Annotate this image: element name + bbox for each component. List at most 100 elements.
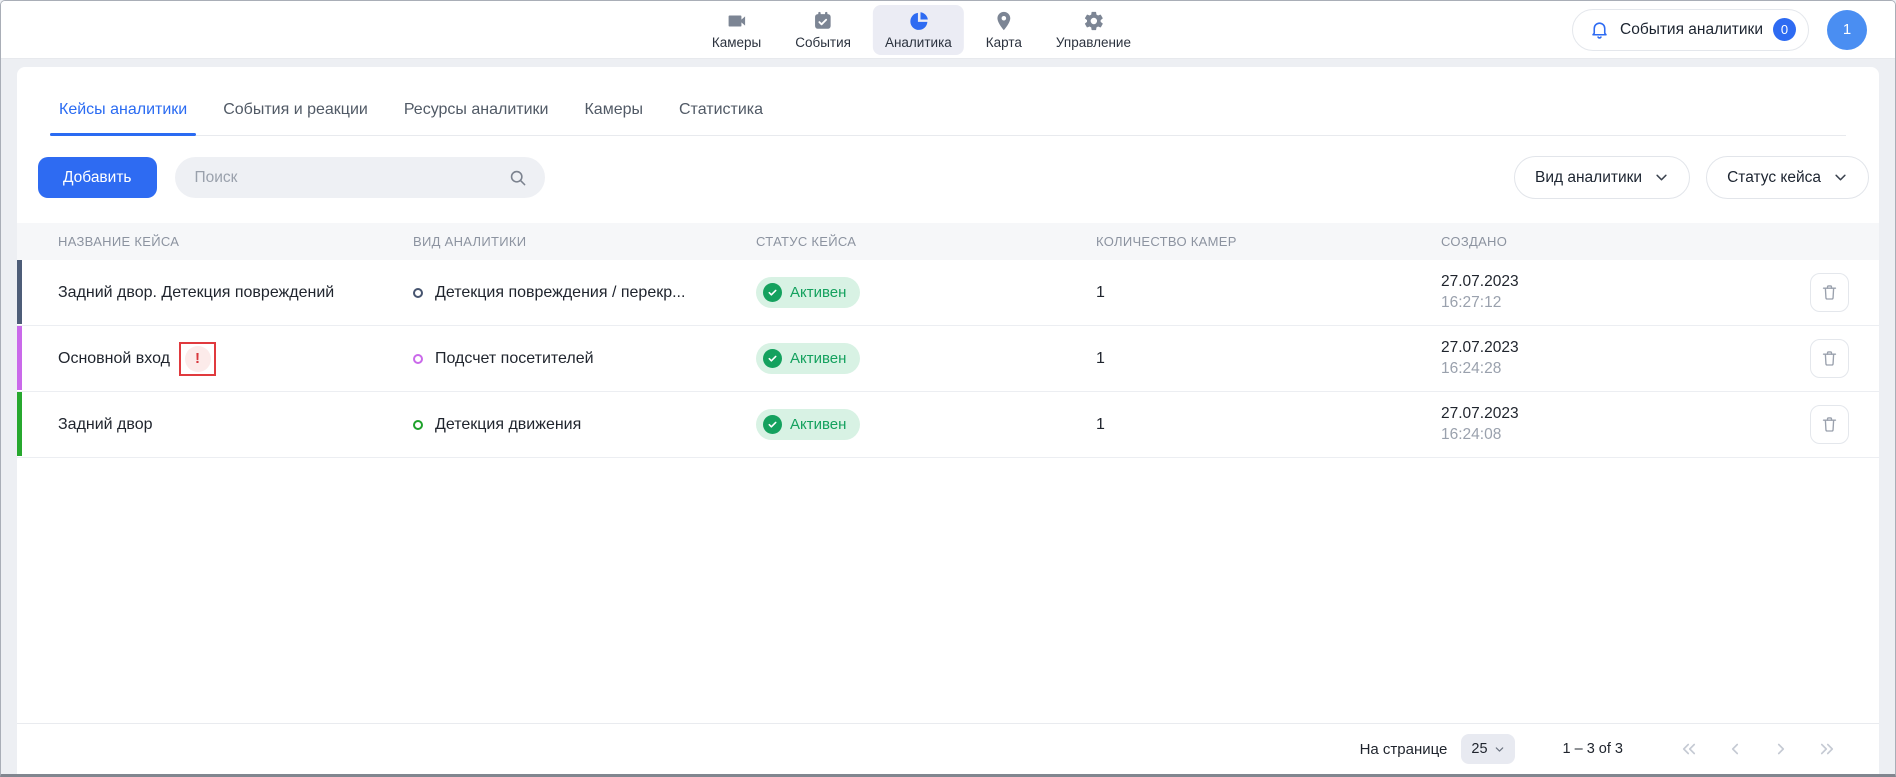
camera-count-cell: 1 [1055, 416, 1400, 434]
map-pin-icon [993, 10, 1015, 32]
case-status-filter[interactable]: Статус кейса [1706, 156, 1869, 199]
page-range-text: 1 – 3 of 3 [1563, 741, 1623, 757]
status-badge: Активен [756, 409, 860, 440]
chevron-down-icon [1494, 744, 1505, 755]
nav-item-map[interactable]: Карта [974, 5, 1034, 55]
nav-label: События [795, 35, 851, 50]
analytics-type-cell: Детекция повреждения / перекр... [372, 284, 715, 302]
row-actions-cell [1769, 405, 1879, 444]
check-circle-icon [763, 415, 782, 434]
cases-table: НАЗВАНИЕ КЕЙСА ВИД АНАЛИТИКИ СТАТУС КЕЙС… [17, 223, 1879, 458]
camera-count-cell: 1 [1055, 284, 1400, 302]
row-actions-cell [1769, 339, 1879, 378]
analytics-type-filter[interactable]: Вид аналитики [1514, 156, 1690, 199]
video-camera-icon [726, 10, 748, 32]
row-accent-bar [17, 392, 22, 456]
tab-analytics-cases[interactable]: Кейсы аналитики [50, 89, 196, 135]
delete-case-button[interactable] [1810, 273, 1849, 312]
created-date: 27.07.2023 [1441, 273, 1769, 291]
case-name: Задний двор. Детекция повреждений [58, 284, 334, 302]
case-status-cell: Активен [715, 277, 1055, 308]
pie-chart-icon [907, 10, 929, 32]
per-page-select[interactable]: 25 [1461, 734, 1514, 764]
col-header-camera-count: КОЛИЧЕСТВО КАМЕР [1055, 234, 1400, 249]
nav-label: Аналитика [885, 35, 952, 50]
case-name-cell: Основной вход ! [17, 342, 372, 376]
last-page-button[interactable] [1817, 739, 1837, 759]
content-card: Кейсы аналитики События и реакции Ресурс… [17, 67, 1879, 774]
created-cell: 27.07.2023 16:27:12 [1400, 273, 1769, 312]
chevron-down-icon [1654, 170, 1669, 185]
user-avatar[interactable]: 1 [1827, 10, 1867, 50]
toolbar-filters: Вид аналитики Статус кейса [1514, 156, 1869, 199]
nav-item-management[interactable]: Управление [1044, 5, 1143, 55]
prev-page-button[interactable] [1725, 739, 1745, 759]
chevron-left-icon [1726, 740, 1744, 758]
col-header-case-status: СТАТУС КЕЙСА [715, 234, 1055, 249]
filter-label: Статус кейса [1727, 169, 1821, 187]
main-navigation: Камеры События Аналитика Карта Управлени… [700, 1, 1143, 58]
case-name-cell: Задний двор [17, 416, 372, 434]
case-name-cell: Задний двор. Детекция повреждений [17, 284, 372, 302]
events-count-badge: 0 [1773, 18, 1796, 41]
col-header-case-name: НАЗВАНИЕ КЕЙСА [17, 234, 372, 249]
col-header-created: СОЗДАНО [1400, 234, 1769, 249]
status-label: Активен [790, 350, 846, 367]
camera-count-cell: 1 [1055, 350, 1400, 368]
status-badge: Активен [756, 277, 860, 308]
created-cell: 27.07.2023 16:24:28 [1400, 339, 1769, 378]
nav-label: Карта [986, 35, 1022, 50]
double-chevron-right-icon [1818, 740, 1836, 758]
row-actions-cell [1769, 273, 1879, 312]
top-bar: Камеры События Аналитика Карта Управлени… [1, 1, 1895, 59]
section-tabs: Кейсы аналитики События и реакции Ресурс… [50, 67, 1846, 136]
check-circle-icon [763, 283, 782, 302]
case-name: Основной вход [58, 350, 170, 368]
created-date: 27.07.2023 [1441, 339, 1769, 357]
nav-item-events[interactable]: События [783, 5, 863, 55]
add-case-button[interactable]: Добавить [38, 157, 157, 198]
pagination-bar: На странице 25 1 – 3 of 3 [17, 723, 1879, 774]
search-box [175, 157, 545, 198]
app-window: Камеры События Аналитика Карта Управлени… [0, 0, 1896, 777]
table-header: НАЗВАНИЕ КЕЙСА ВИД АНАЛИТИКИ СТАТУС КЕЙС… [17, 223, 1879, 260]
case-status-cell: Активен [715, 343, 1055, 374]
tab-cameras[interactable]: Камеры [575, 89, 652, 135]
analytics-type-dot-icon [413, 420, 423, 430]
nav-label: Камеры [712, 35, 761, 50]
status-label: Активен [790, 284, 846, 301]
next-page-button[interactable] [1771, 739, 1791, 759]
error-highlight-box: ! [179, 342, 216, 376]
nav-label: Управление [1056, 35, 1131, 50]
pager-controls [1679, 739, 1837, 759]
nav-item-analytics[interactable]: Аналитика [873, 5, 964, 55]
analytics-type-dot-icon [413, 288, 423, 298]
filter-label: Вид аналитики [1535, 169, 1642, 187]
check-circle-icon [763, 349, 782, 368]
tab-statistics[interactable]: Статистика [670, 89, 772, 135]
delete-case-button[interactable] [1810, 339, 1849, 378]
chevron-right-icon [1772, 740, 1790, 758]
table-row[interactable]: Задний двор. Детекция повреждений Детекц… [17, 260, 1879, 326]
first-page-button[interactable] [1679, 739, 1699, 759]
nav-item-cameras[interactable]: Камеры [700, 5, 773, 55]
tab-events-reactions[interactable]: События и реакции [214, 89, 377, 135]
table-row[interactable]: Основной вход ! Подсчет посетителей Акти… [17, 326, 1879, 392]
search-input[interactable] [175, 157, 545, 198]
toolbar: Добавить Вид аналитики Статус кейса [17, 156, 1879, 199]
error-exclamation-icon: ! [185, 346, 211, 372]
table-row[interactable]: Задний двор Детекция движения Активен 1 … [17, 392, 1879, 458]
bell-icon [1589, 19, 1610, 40]
tab-analytics-resources[interactable]: Ресурсы аналитики [395, 89, 558, 135]
analytics-type-label: Подсчет посетителей [435, 350, 594, 368]
status-badge: Активен [756, 343, 860, 374]
gear-icon [1082, 10, 1104, 32]
row-accent-bar [17, 260, 22, 324]
created-time: 16:24:08 [1441, 426, 1769, 444]
delete-case-button[interactable] [1810, 405, 1849, 444]
created-time: 16:24:28 [1441, 360, 1769, 378]
analytics-events-button[interactable]: События аналитики 0 [1572, 9, 1809, 51]
row-accent-bar [17, 326, 22, 390]
double-chevron-left-icon [1680, 740, 1698, 758]
search-icon [508, 168, 527, 187]
